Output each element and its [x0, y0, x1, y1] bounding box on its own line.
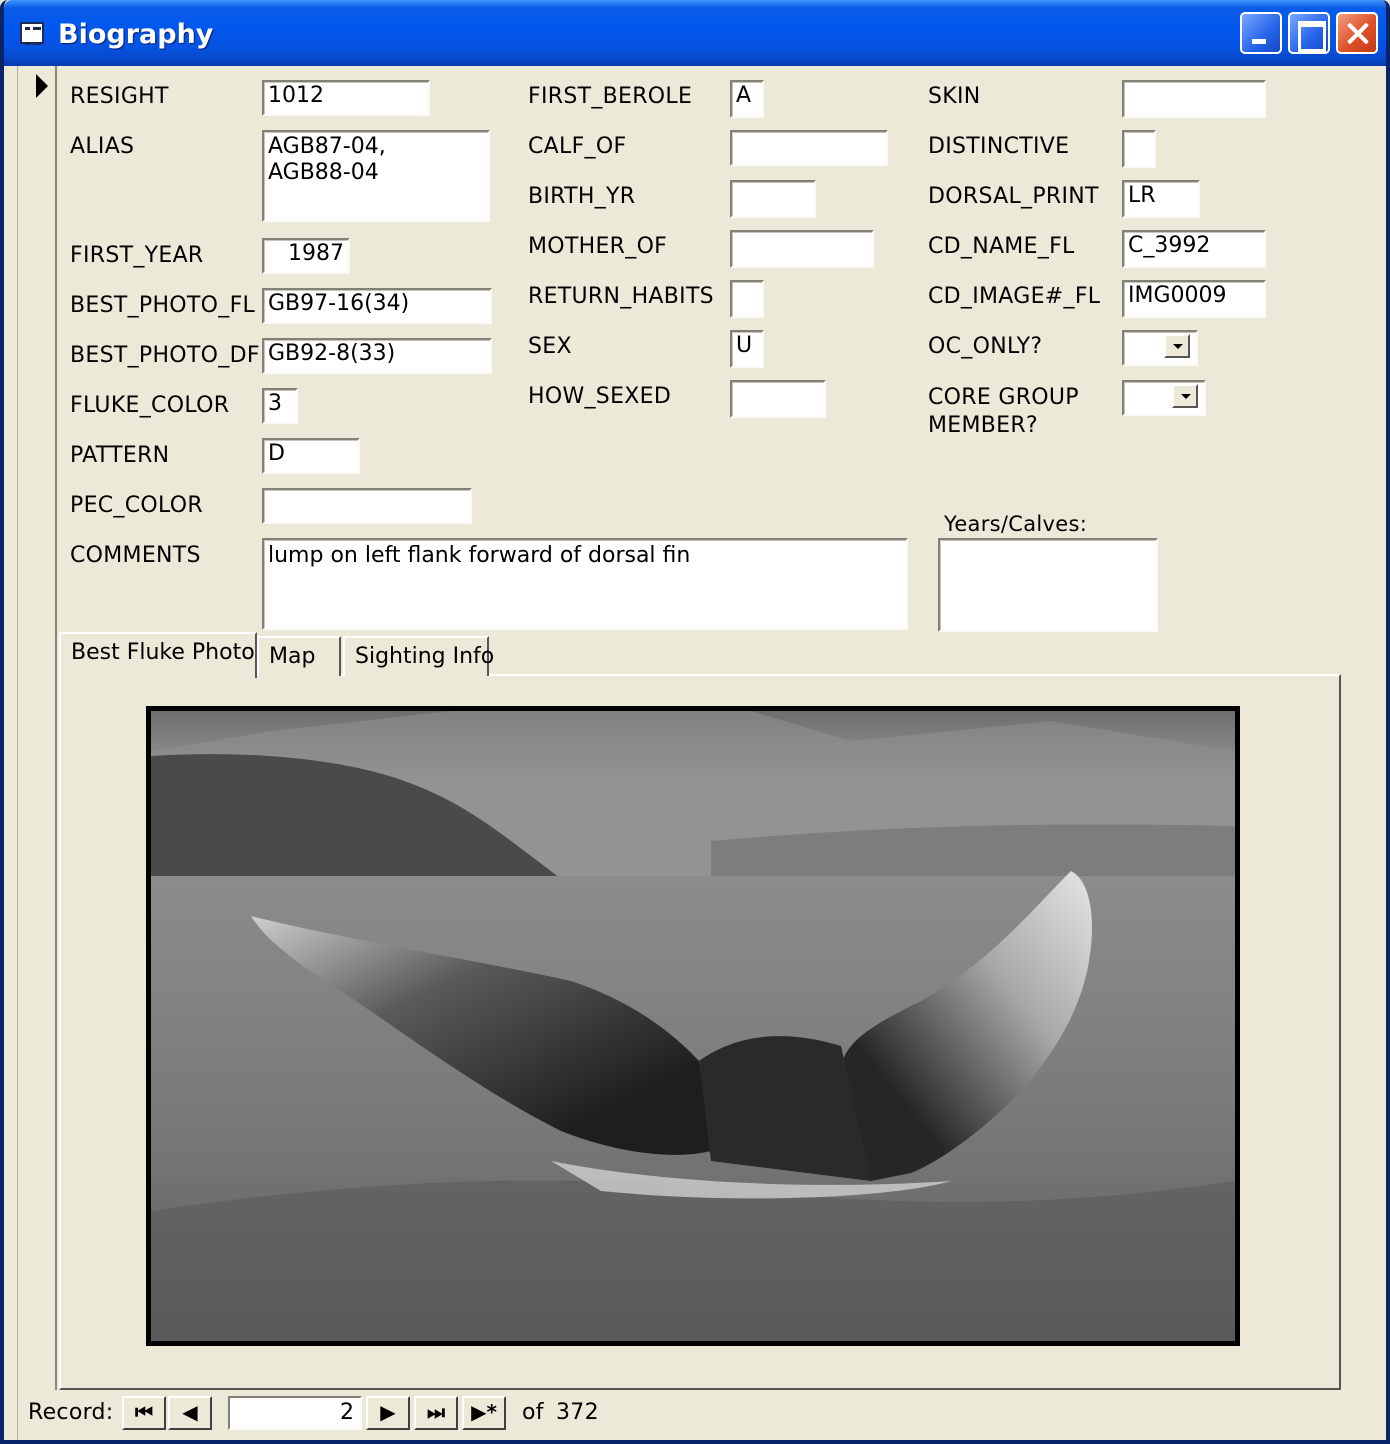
first-year-label: FIRST_YEAR: [70, 243, 204, 268]
calf-of-label: CALF_OF: [528, 134, 627, 159]
record-label: Record:: [28, 1400, 114, 1425]
comments-field[interactable]: lump on left flank forward of dorsal fin: [262, 538, 908, 630]
current-record-arrow-icon: [36, 74, 48, 98]
skin-field[interactable]: [1122, 80, 1266, 118]
dorsal-print-field[interactable]: LR: [1122, 180, 1200, 218]
biography-form-window: Biography RESIGHT 1012 ALIAS AGB87-04, A…: [0, 0, 1390, 1444]
first-berole-field[interactable]: A: [730, 80, 764, 118]
new-record-button[interactable]: ▶*: [462, 1396, 506, 1430]
new-record-icon: ▶*: [471, 1400, 497, 1424]
window-title: Biography: [58, 19, 214, 50]
next-record-icon: ▶: [380, 1400, 396, 1424]
best-photo-fl-field[interactable]: GB97-16(34): [262, 288, 492, 324]
oc-only-label: OC_ONLY?: [928, 334, 1043, 359]
skin-label: SKIN: [928, 84, 981, 109]
years-calves-list[interactable]: [938, 538, 1158, 632]
last-record-button[interactable]: ⏭: [414, 1396, 458, 1430]
last-record-icon: ⏭: [427, 1400, 445, 1424]
how-sexed-field[interactable]: [730, 380, 826, 418]
total-records: 372: [556, 1400, 599, 1425]
mother-of-label: MOTHER_OF: [528, 234, 668, 259]
fluke-color-label: FLUKE_COLOR: [70, 393, 230, 418]
pattern-field[interactable]: D: [262, 438, 360, 474]
form-icon[interactable]: [20, 22, 44, 45]
alias-field[interactable]: AGB87-04, AGB88-04: [262, 130, 490, 222]
first-record-icon: ⏮: [135, 1400, 153, 1424]
fluke-photo: [146, 706, 1240, 1346]
resight-label: RESIGHT: [70, 84, 169, 109]
pec-color-label: PEC_COLOR: [70, 493, 203, 518]
best-photo-df-field[interactable]: GB92-8(33): [262, 338, 492, 374]
tab-best-fluke-photo[interactable]: Best Fluke Photo: [59, 632, 257, 678]
first-record-button[interactable]: ⏮: [122, 1396, 166, 1430]
tab-map[interactable]: Map: [257, 636, 341, 676]
pattern-label: PATTERN: [70, 443, 170, 468]
sex-label: SEX: [528, 334, 572, 359]
cd-image-fl-field[interactable]: IMG0009: [1122, 280, 1266, 318]
whale-fluke-image: [151, 711, 1235, 1341]
record-navigator: Record: ⏮ ◀ 2 ▶ ⏭ ▶* of 372: [18, 1392, 1386, 1438]
first-year-field[interactable]: 1987: [262, 238, 350, 274]
title-bar[interactable]: Biography: [4, 0, 1386, 66]
fluke-color-field[interactable]: 3: [262, 388, 298, 424]
return-habits-label: RETURN_HABITS: [528, 284, 714, 309]
cd-name-fl-field[interactable]: C_3992: [1122, 230, 1266, 268]
resight-field[interactable]: 1012: [262, 80, 430, 116]
cd-image-fl-label: CD_IMAGE#_FL: [928, 284, 1101, 309]
close-button[interactable]: [1336, 12, 1378, 54]
maximize-button[interactable]: [1288, 12, 1330, 54]
oc-only-dropdown-arrow-icon[interactable]: [1164, 334, 1190, 358]
alias-label: ALIAS: [70, 134, 135, 159]
comments-label: COMMENTS: [70, 543, 201, 568]
mother-of-field[interactable]: [730, 230, 874, 268]
current-record-field[interactable]: 2: [228, 1396, 362, 1430]
cd-name-fl-label: CD_NAME_FL: [928, 234, 1075, 259]
best-photo-df-label: BEST_PHOTO_DF: [70, 343, 260, 368]
distinctive-field[interactable]: [1122, 130, 1156, 168]
years-calves-label: Years/Calves:: [944, 512, 1088, 536]
core-group-member-label: CORE GROUP MEMBER?: [928, 385, 1079, 438]
birth-yr-label: BIRTH_YR: [528, 184, 636, 209]
pec-color-field[interactable]: [262, 488, 472, 524]
calf-of-field[interactable]: [730, 130, 888, 166]
distinctive-label: DISTINCTIVE: [928, 134, 1070, 159]
window-left-edge: [8, 66, 18, 1440]
minimize-button[interactable]: [1240, 12, 1282, 54]
best-photo-fl-label: BEST_PHOTO_FL: [70, 293, 256, 318]
sex-field[interactable]: U: [730, 330, 764, 368]
record-selector[interactable]: [18, 66, 57, 1390]
birth-yr-field[interactable]: [730, 180, 816, 218]
previous-record-button[interactable]: ◀: [168, 1396, 212, 1430]
dorsal-print-label: DORSAL_PRINT: [928, 184, 1099, 209]
how-sexed-label: HOW_SEXED: [528, 384, 672, 409]
of-label: of: [522, 1400, 544, 1425]
next-record-button[interactable]: ▶: [366, 1396, 410, 1430]
tab-sighting-info[interactable]: Sighting Info: [343, 636, 494, 676]
first-berole-label: FIRST_BEROLE: [528, 84, 693, 109]
return-habits-field[interactable]: [730, 280, 764, 318]
previous-record-icon: ◀: [182, 1400, 198, 1424]
core-group-member-dropdown-arrow-icon[interactable]: [1172, 384, 1198, 408]
